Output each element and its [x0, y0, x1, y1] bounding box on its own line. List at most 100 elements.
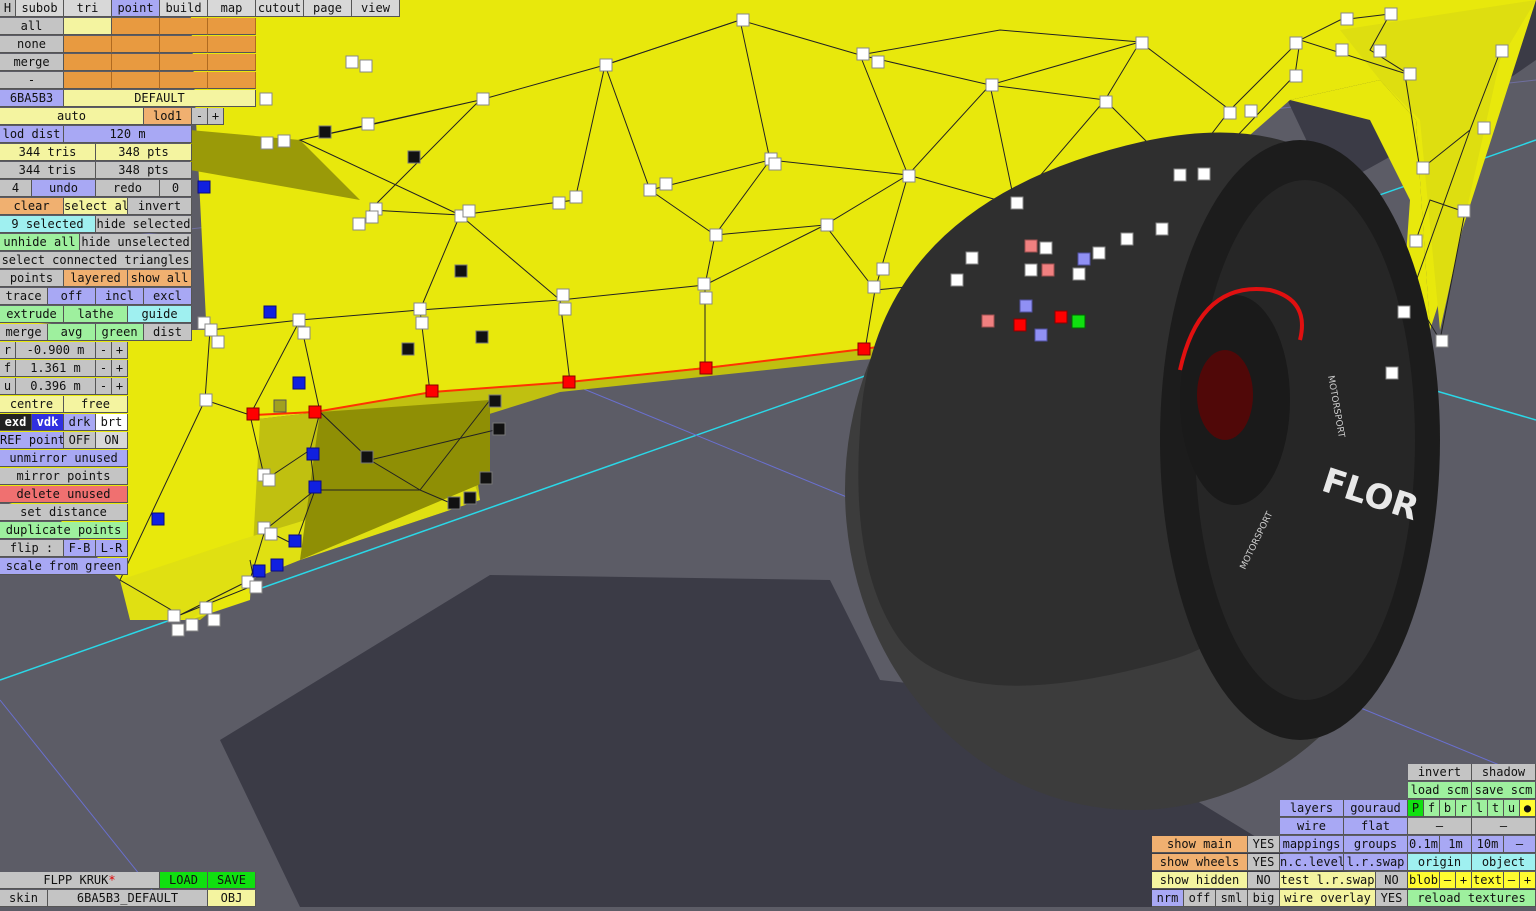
wire-button[interactable]: wire — [1280, 818, 1344, 835]
object-button[interactable]: object — [1472, 854, 1536, 871]
hide-selected-button[interactable]: hide selected — [96, 216, 192, 233]
scale-from-green-button[interactable]: scale from green — [0, 558, 128, 575]
palette-cell[interactable] — [208, 36, 256, 53]
invert-button[interactable]: invert — [1408, 764, 1472, 781]
r-plus-button[interactable]: + — [112, 342, 128, 359]
tab-view[interactable]: view — [352, 0, 400, 17]
f-minus-button[interactable]: - — [96, 360, 112, 377]
select-all-points-button[interactable]: select all — [64, 198, 128, 215]
blob-plus-button[interactable]: + — [1456, 872, 1472, 889]
u-plus-button[interactable]: + — [112, 378, 128, 395]
reload-textures-button[interactable]: reload textures — [1408, 890, 1536, 907]
duplicate-points-button[interactable]: duplicate points — [0, 522, 128, 539]
palette-cell[interactable] — [64, 18, 112, 35]
size-sml-button[interactable]: sml — [1216, 890, 1248, 907]
palette-cell[interactable] — [208, 72, 256, 89]
flat-button[interactable]: flat — [1344, 818, 1408, 835]
lod-dist-value[interactable]: 120 m — [64, 126, 192, 143]
test-lr-swap-toggle[interactable]: NO — [1376, 872, 1408, 889]
show-all-button[interactable]: show all — [128, 270, 192, 287]
auto-lod-button[interactable]: auto — [0, 108, 144, 125]
tab-point[interactable]: point — [112, 0, 160, 17]
palette-cell[interactable] — [64, 72, 112, 89]
invert-selection-button[interactable]: invert — [128, 198, 192, 215]
size-off-button[interactable]: off — [1184, 890, 1216, 907]
set-distance-button[interactable]: set distance — [0, 504, 128, 521]
lathe-button[interactable]: lathe — [64, 306, 128, 323]
palette-cell[interactable] — [112, 54, 160, 71]
view-r-button[interactable]: r — [1456, 800, 1472, 817]
mappings-button[interactable]: mappings — [1280, 836, 1344, 853]
palette-cell[interactable] — [208, 54, 256, 71]
hide-unselected-button[interactable]: hide unselected — [80, 234, 192, 251]
save-button[interactable]: SAVE — [208, 872, 256, 889]
merge-materials-button[interactable]: merge — [0, 54, 64, 71]
guide-button[interactable]: guide — [128, 306, 192, 323]
save-scm-button[interactable]: save scm — [1472, 782, 1536, 799]
redo-button[interactable]: redo — [96, 180, 160, 197]
dash-button-1[interactable]: – — [1408, 818, 1472, 835]
u-value[interactable]: 0.396 m — [16, 378, 96, 395]
unmirror-unused-button[interactable]: unmirror unused — [0, 450, 128, 467]
ref-off-button[interactable]: OFF — [64, 432, 96, 449]
material-code[interactable]: 6BA5B3 — [0, 90, 64, 107]
load-scm-button[interactable]: load scm — [1408, 782, 1472, 799]
show-hidden-toggle[interactable]: NO — [1248, 872, 1280, 889]
nc-level-button[interactable]: n.c.level — [1280, 854, 1344, 871]
size-nrm-button[interactable]: nrm — [1152, 890, 1184, 907]
palette-cell[interactable] — [112, 36, 160, 53]
palette-cell[interactable] — [64, 36, 112, 53]
dist-minus-button[interactable]: – — [1504, 836, 1536, 853]
view-t-button[interactable]: t — [1488, 800, 1504, 817]
view-b-button[interactable]: b — [1440, 800, 1456, 817]
text-minus-button[interactable]: – — [1504, 872, 1520, 889]
flip-lr-button[interactable]: L-R — [96, 540, 128, 557]
layers-button[interactable]: layers — [1280, 800, 1344, 817]
flip-fb-button[interactable]: F-B — [64, 540, 96, 557]
view-f-button[interactable]: f — [1424, 800, 1440, 817]
text-button[interactable]: text — [1472, 872, 1504, 889]
vdk-button[interactable]: vdk — [32, 414, 64, 431]
delete-unused-button[interactable]: delete unused — [0, 486, 128, 503]
lod-selector[interactable]: lod1 — [144, 108, 192, 125]
mirror-points-button[interactable]: mirror points — [0, 468, 128, 485]
3d-viewport[interactable]: FLOR MOTORSPORT MOTORSPORT — [0, 0, 1536, 907]
u-minus-button[interactable]: - — [96, 378, 112, 395]
lr-swap-button[interactable]: l.r.swap — [1344, 854, 1408, 871]
palette-cell[interactable] — [112, 72, 160, 89]
tab-map[interactable]: map — [208, 0, 256, 17]
view-p-button[interactable]: P — [1408, 800, 1424, 817]
palette-cell[interactable] — [160, 18, 208, 35]
palette-cell[interactable] — [64, 54, 112, 71]
dist-10-button[interactable]: 10m — [1472, 836, 1504, 853]
merge-dist-button[interactable]: dist — [144, 324, 192, 341]
tab-h[interactable]: H — [0, 0, 16, 17]
origin-button[interactable]: origin — [1408, 854, 1472, 871]
load-button[interactable]: LOAD — [160, 872, 208, 889]
clear-button[interactable]: clear — [0, 198, 64, 215]
tab-subob[interactable]: subob — [16, 0, 64, 17]
brt-button[interactable]: brt — [96, 414, 128, 431]
obj-button[interactable]: OBJ — [208, 890, 256, 907]
ref-on-button[interactable]: ON — [96, 432, 128, 449]
select-connected-button[interactable]: select connected triangles — [0, 252, 192, 269]
show-wheels-toggle[interactable]: YES — [1248, 854, 1280, 871]
palette-cell[interactable] — [160, 72, 208, 89]
dist-01-button[interactable]: 0.1m — [1408, 836, 1440, 853]
extrude-button[interactable]: extrude — [0, 306, 64, 323]
view-u-button[interactable]: u — [1504, 800, 1520, 817]
tab-build[interactable]: build — [160, 0, 208, 17]
palette-cell[interactable] — [112, 18, 160, 35]
groups-button[interactable]: groups — [1344, 836, 1408, 853]
layered-button[interactable]: layered — [64, 270, 128, 287]
unhide-all-button[interactable]: unhide all — [0, 234, 80, 251]
palette-cell[interactable] — [160, 36, 208, 53]
blob-minus-button[interactable]: – — [1440, 872, 1456, 889]
f-plus-button[interactable]: + — [112, 360, 128, 377]
skin-name[interactable]: 6BA5B3_DEFAULT — [48, 890, 208, 907]
select-all-button[interactable]: all — [0, 18, 64, 35]
trace-excl-button[interactable]: excl — [144, 288, 192, 305]
wire-overlay-toggle[interactable]: YES — [1376, 890, 1408, 907]
r-minus-button[interactable]: - — [96, 342, 112, 359]
palette-cell[interactable] — [208, 18, 256, 35]
